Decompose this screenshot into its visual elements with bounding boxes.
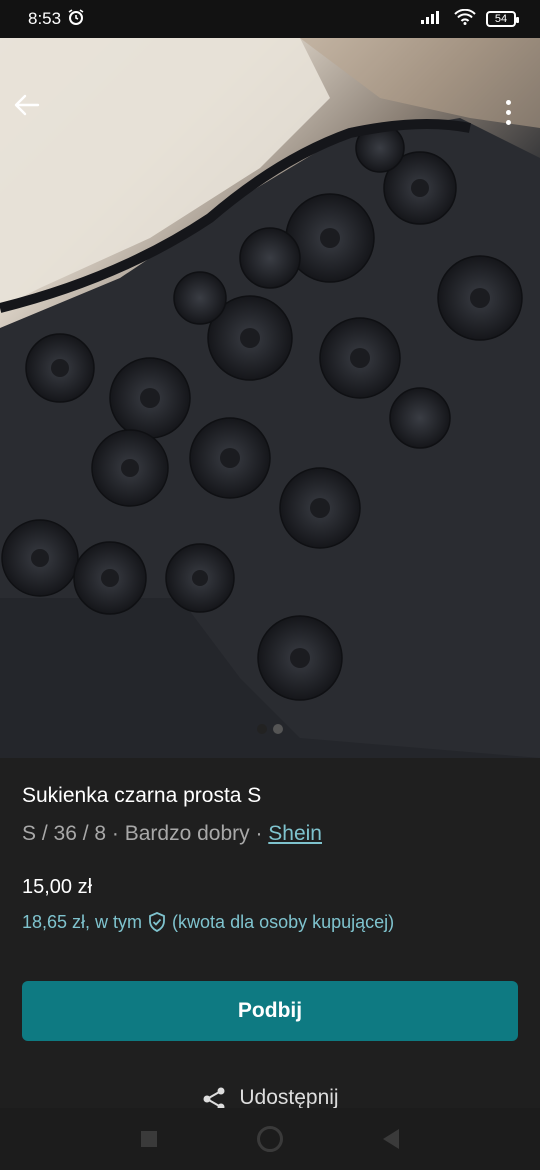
status-bar: 8:53 54 <box>0 0 540 38</box>
system-back-button[interactable] <box>383 1129 399 1149</box>
more-options-button[interactable] <box>496 94 520 130</box>
bump-button[interactable]: Podbij <box>22 981 518 1041</box>
share-label: Udostępnij <box>239 1086 339 1109</box>
price-with-protection[interactable]: 18,65 zł, w tym (kwota dla osoby kupując… <box>22 911 518 933</box>
alarm-icon <box>67 8 85 31</box>
recent-apps-button[interactable] <box>141 1131 157 1147</box>
item-photo[interactable] <box>0 38 540 758</box>
home-button[interactable] <box>257 1126 283 1152</box>
item-info: Sukienka czarna prosta S S / 36 / 8 · Ba… <box>22 784 518 933</box>
brand-link[interactable]: Shein <box>268 822 322 845</box>
carousel-dot-2[interactable] <box>273 724 283 734</box>
dot <box>505 99 511 105</box>
dot <box>505 109 511 115</box>
lace-dress-illustration <box>0 38 540 758</box>
status-right: 54 <box>420 8 519 30</box>
item-meta: S / 36 / 8 · Bardzo dobry · Shein <box>22 822 518 846</box>
item-price: 15,00 zł <box>22 876 93 898</box>
item-title: Sukienka czarna prosta S <box>22 784 262 807</box>
shield-check-icon <box>149 912 165 932</box>
battery-icon: 54 <box>486 11 519 27</box>
carousel-indicator <box>0 724 540 734</box>
price-note: (kwota dla osoby kupującej) <box>172 911 395 932</box>
item-meta-text: S / 36 / 8 · Bardzo dobry · <box>22 822 269 845</box>
status-time: 8:53 <box>28 9 62 28</box>
price-with-fee: 18,65 zł, w tym <box>22 911 143 932</box>
wifi-icon <box>454 8 476 30</box>
system-nav-bar <box>0 1108 540 1170</box>
dot <box>505 119 511 125</box>
signal-icon <box>420 9 444 30</box>
back-button[interactable] <box>14 94 50 130</box>
arrow-left-icon <box>14 94 40 116</box>
battery-level: 54 <box>494 13 508 25</box>
carousel-dot-1[interactable] <box>257 724 267 734</box>
status-left: 8:53 <box>28 8 85 31</box>
